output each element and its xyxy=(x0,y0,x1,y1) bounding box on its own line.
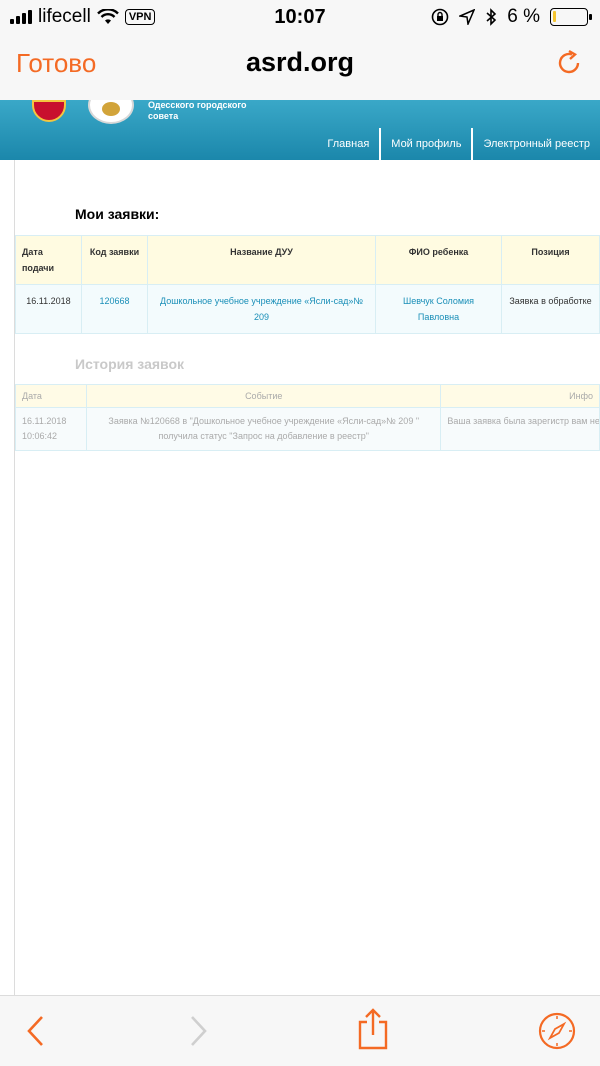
council-emblem-icon xyxy=(88,100,134,124)
preschool-link[interactable]: Дошкольное учебное учреждение «Ясли-сад»… xyxy=(160,296,363,322)
web-content: Одесского городского совета Главная Мой … xyxy=(0,100,600,995)
code-link[interactable]: 120668 xyxy=(99,296,129,306)
my-applications-title: Мои заявки: xyxy=(75,206,160,222)
col-date: Дата подачи xyxy=(15,235,82,285)
menu-item-profile[interactable]: Мой профиль xyxy=(379,128,471,160)
menu-item-registry[interactable]: Электронный реестр xyxy=(471,128,600,160)
location-icon xyxy=(459,9,476,25)
col-position: Позиция xyxy=(501,235,600,285)
battery-icon xyxy=(550,8,592,26)
site-name: Одесского городского совета xyxy=(148,100,247,121)
site-header: Одесского городского совета Главная Мой … xyxy=(0,100,600,160)
cell-hist-date: 16.11.2018 10:06:42 xyxy=(14,407,88,451)
history-table: Дата Событие Инфо 16.11.2018 10:06:42 За… xyxy=(14,384,600,451)
table-header-row: Дата Событие Инфо xyxy=(14,384,600,408)
cell-date: 16.11.2018 xyxy=(15,284,82,334)
col-name: Название ДУУ xyxy=(147,235,376,285)
reload-icon[interactable] xyxy=(554,48,584,78)
main-menu: Главная Мой профиль Электронный реестр xyxy=(317,128,600,160)
col-code: Код заявки xyxy=(81,235,148,285)
chevron-right-icon[interactable] xyxy=(188,1014,210,1048)
orientation-lock-icon xyxy=(431,8,449,26)
bluetooth-icon xyxy=(486,8,497,26)
menu-item-home[interactable]: Главная xyxy=(317,128,379,160)
cell-hist-event: Заявка №120668 в "Дошкольное учебное учр… xyxy=(86,407,442,451)
child-link[interactable]: Шевчук Соломия Павловна xyxy=(403,296,474,322)
cell-code[interactable]: 120668 xyxy=(81,284,148,334)
bottom-toolbar xyxy=(0,995,600,1066)
status-bar: lifecell VPN 10:07 6 % xyxy=(0,0,600,34)
table-header-row: Дата подачи Код заявки Название ДУУ ФИО … xyxy=(15,235,600,285)
cell-position: Заявка в обработке xyxy=(501,284,600,334)
table-row: 16.11.2018 10:06:42 Заявка №120668 в "До… xyxy=(14,407,600,451)
col-hist-date: Дата xyxy=(14,384,88,408)
cell-name[interactable]: Дошкольное учебное учреждение «Ясли-сад»… xyxy=(147,284,376,334)
history-title: История заявок xyxy=(75,356,184,372)
browser-nav-bar: Готово asrd.org xyxy=(0,34,600,100)
done-button[interactable]: Готово xyxy=(16,48,96,79)
battery-percent: 6 % xyxy=(507,6,540,27)
col-child: ФИО ребенка xyxy=(375,235,502,285)
cell-hist-info: Ваша заявка была зарегистр вам необходим… xyxy=(440,407,600,451)
applications-table: Дата подачи Код заявки Название ДУУ ФИО … xyxy=(15,235,600,334)
compass-icon[interactable] xyxy=(537,1011,577,1051)
col-hist-info: Инфо xyxy=(440,384,600,408)
share-icon[interactable] xyxy=(356,1008,390,1050)
city-emblem-icon xyxy=(32,100,66,122)
page-body: Мои заявки: Дата подачи Код заявки Назва… xyxy=(14,160,600,995)
chevron-left-icon[interactable] xyxy=(24,1014,46,1048)
table-row: 16.11.2018 120668 Дошкольное учебное учр… xyxy=(15,284,600,334)
cell-child[interactable]: Шевчук Соломия Павловна xyxy=(375,284,502,334)
col-hist-event: Событие xyxy=(86,384,442,408)
